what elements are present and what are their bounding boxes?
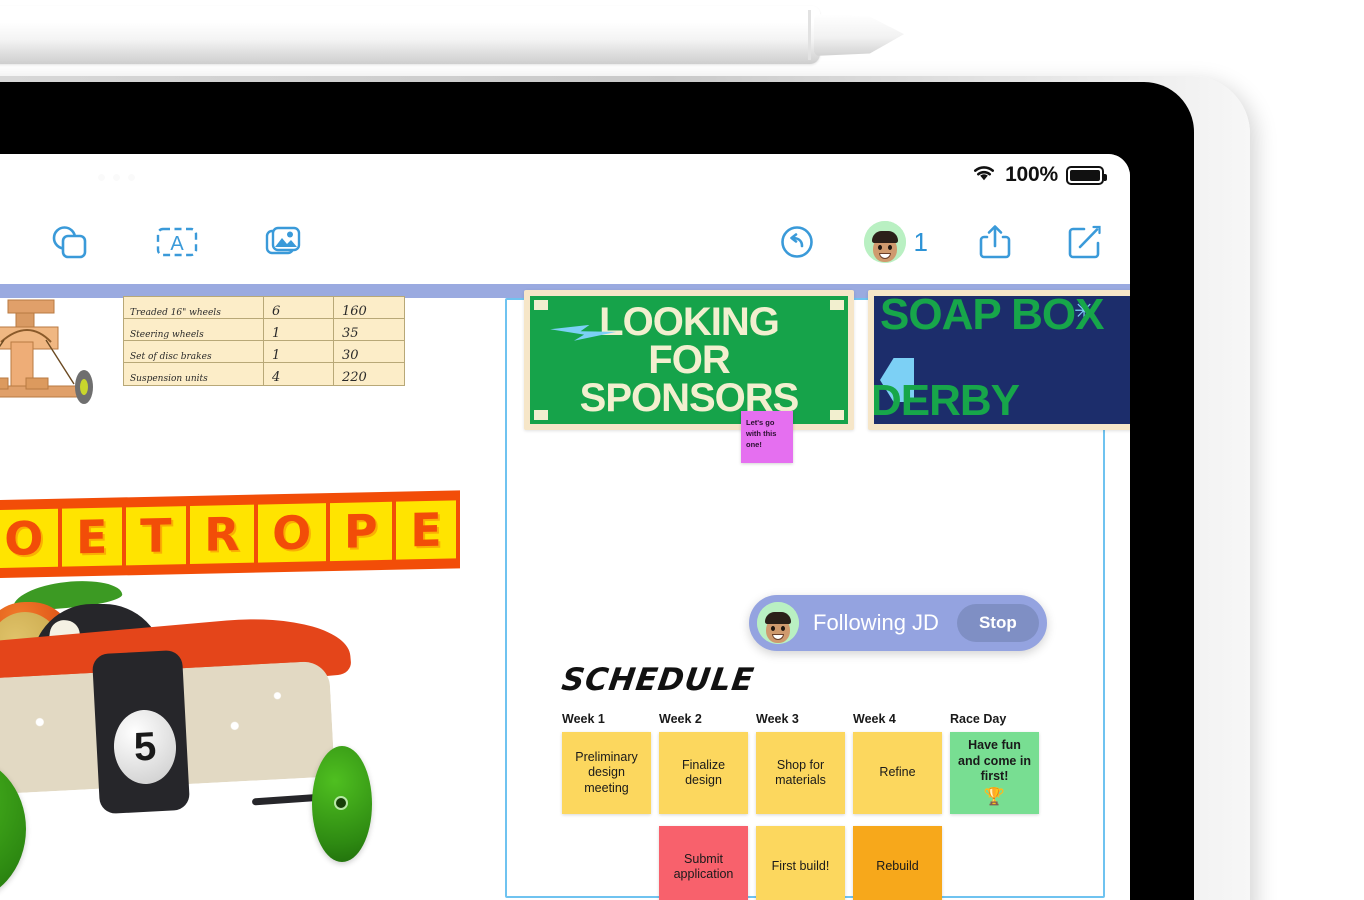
- banner-letter: T: [125, 506, 186, 566]
- memoji-face: [870, 229, 900, 263]
- table-row: Suspension units 4 220: [124, 363, 404, 385]
- apple-pencil: [0, 0, 904, 76]
- part-qty: 1: [272, 348, 281, 363]
- status-bar-right: 100%: [971, 163, 1107, 187]
- poster-looking-for-sponsors[interactable]: LOOKING FOR SPONSORS: [524, 290, 854, 430]
- wooden-chassis-sketch[interactable]: [0, 294, 106, 406]
- part-cost: 160: [342, 304, 367, 319]
- memoji-avatar: [863, 221, 906, 263]
- schedule-column-week-1: Week 1 Preliminary design meeting: [562, 712, 657, 900]
- sticky-note[interactable]: Preliminary design meeting: [562, 732, 651, 814]
- status-bar: 100%: [0, 154, 1130, 200]
- schedule-column-week-4: Week 4 Refine Rebuild: [853, 712, 948, 900]
- shapes-tool[interactable]: [46, 219, 92, 265]
- collaborator-count: 1: [913, 226, 928, 257]
- part-name: Set of disc brakes: [130, 352, 212, 362]
- app-toolbar: A 1: [0, 200, 1130, 284]
- sticky-note-pink[interactable]: Let's go with this one!: [741, 411, 793, 463]
- part-qty: 6: [272, 304, 281, 319]
- poster-line-1: SOAP BOX: [880, 296, 1104, 339]
- banner-letter: O: [0, 508, 58, 569]
- pencil-tip: [814, 14, 904, 56]
- ipad-screen: 100% A 1 Treaded 16" wheels 6 160 Steeri…: [0, 154, 1130, 900]
- following-label: Following JD: [813, 610, 939, 635]
- table-row: Treaded 16" wheels 6 160: [124, 297, 404, 319]
- banner-letter: P: [329, 501, 392, 562]
- banner-letter: R: [189, 504, 254, 565]
- column-header: Week 4: [853, 712, 896, 726]
- sticky-note[interactable]: Refine: [853, 732, 942, 814]
- column-header: Week 3: [756, 712, 799, 726]
- part-name: Treaded 16" wheels: [130, 308, 221, 318]
- banner-letter: O: [257, 503, 326, 563]
- rear-wasabi-wheel: [312, 746, 372, 862]
- sticky-note[interactable]: Shop for materials: [756, 732, 845, 814]
- share-icon[interactable]: [972, 219, 1018, 265]
- wifi-icon: [971, 163, 997, 187]
- column-header: Race Day: [950, 712, 1007, 726]
- schedule-column-week-2: Week 2 Finalize design Submit applicatio…: [659, 712, 754, 900]
- multitasking-control[interactable]: [98, 174, 135, 181]
- multitask-dot: [113, 174, 120, 181]
- toolbar-left-group: A: [0, 200, 308, 284]
- pencil-seam: [808, 10, 811, 60]
- poster-soap-box-derby[interactable]: ✳ SOAP BOX DERBY: [868, 290, 1130, 430]
- following-user-pill[interactable]: Following JD Stop: [749, 595, 1047, 651]
- sticky-note[interactable]: Finalize design: [659, 732, 748, 814]
- table-row: Steering wheels 1 35: [124, 319, 404, 341]
- part-name: Steering wheels: [130, 330, 204, 340]
- part-cost: 30: [342, 348, 359, 363]
- sticky-note[interactable]: Rebuild: [853, 826, 942, 900]
- column-header: Week 1: [562, 712, 605, 726]
- part-qty: 1: [272, 326, 281, 341]
- pencil-body: [0, 6, 820, 64]
- part-qty: 4: [272, 370, 281, 385]
- battery-full-icon: [1066, 165, 1107, 185]
- screenshot-root: 100% A 1 Treaded 16" wheels 6 160 Steeri…: [0, 0, 1364, 900]
- sticky-note[interactable]: Have fun and come in first! 🏆: [950, 732, 1039, 814]
- column-header: Week 2: [659, 712, 702, 726]
- table-row: Set of disc brakes 1 30: [124, 341, 404, 363]
- schedule-grid: Week 1 Preliminary design meeting Week 2…: [562, 712, 1062, 900]
- poster-line-2: FOR: [648, 338, 730, 382]
- memoji-avatar: [757, 602, 799, 644]
- sticky-note-label: Have fun and come in first!: [958, 738, 1031, 783]
- schedule-title: SCHEDULE: [559, 662, 757, 698]
- banner-letter: E: [61, 507, 122, 567]
- soapbox-car-illustration[interactable]: 5: [0, 574, 460, 900]
- undo-icon[interactable]: [774, 219, 820, 265]
- schedule-column-race-day: Race Day Have fun and come in first! 🏆: [950, 712, 1045, 900]
- battery-percent-label: 100%: [1005, 163, 1058, 186]
- svg-text:A: A: [170, 233, 184, 255]
- zoetrope-banner[interactable]: Z O E T R O P E: [0, 490, 460, 580]
- part-cost: 35: [342, 326, 359, 341]
- schedule-section: SCHEDULE Week 1 Preliminary design meeti…: [559, 662, 1062, 900]
- photos-icon[interactable]: [262, 219, 308, 265]
- poster-line-2: DERBY: [874, 376, 1020, 424]
- parts-cost-table[interactable]: Treaded 16" wheels 6 160 Steering wheels…: [123, 296, 405, 386]
- stop-following-button[interactable]: Stop: [956, 604, 1039, 642]
- sticky-note[interactable]: Submit application: [659, 826, 748, 900]
- freeform-canvas[interactable]: Treaded 16" wheels 6 160 Steering wheels…: [0, 284, 1130, 900]
- trophy-icon: 🏆: [983, 787, 1006, 807]
- memoji-face: [763, 610, 793, 644]
- part-cost: 220: [342, 370, 367, 385]
- multitask-dot: [128, 174, 135, 181]
- schedule-column-week-3: Week 3 Shop for materials First build! K…: [756, 712, 851, 900]
- multitask-dot: [98, 174, 105, 181]
- poster-line-1: LOOKING: [599, 300, 780, 344]
- compose-icon[interactable]: [1062, 219, 1108, 265]
- sticky-note[interactable]: First build!: [756, 826, 845, 900]
- part-name: Suspension units: [130, 374, 208, 384]
- collaborators-button[interactable]: 1: [863, 221, 928, 263]
- banner-letter: E: [395, 500, 456, 560]
- toolbar-right-group: 1: [774, 200, 1108, 284]
- text-box-tool[interactable]: A: [154, 219, 200, 265]
